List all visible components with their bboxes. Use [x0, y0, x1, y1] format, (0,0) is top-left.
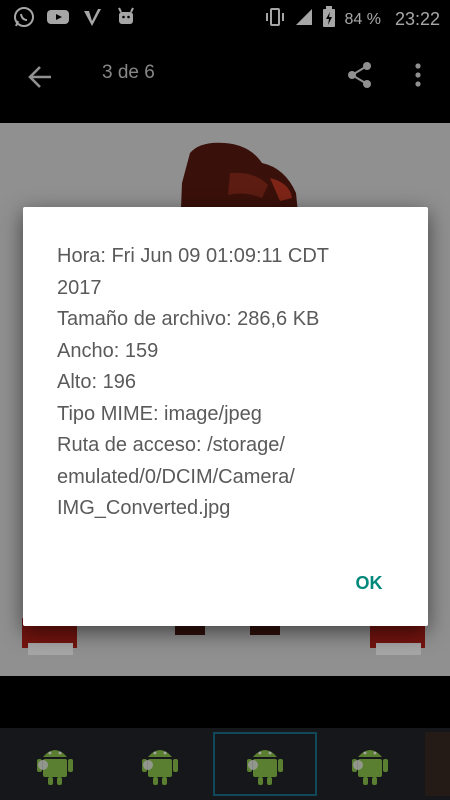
ok-button[interactable]: OK [339, 567, 399, 599]
details-text: Hora: Fri Jun 09 01:09:11 CDT 2017 Tamañ… [57, 241, 397, 525]
detail-line-mime-type: Tipo MIME: image/jpeg [57, 402, 262, 425]
detail-line-width: Ancho: 159 [57, 339, 159, 362]
detail-line-time: Hora: Fri Jun 09 01:09:11 CDT [57, 245, 329, 267]
detail-line-time-cont: 2017 [57, 276, 102, 299]
detail-line-file-size: Tamaño de archivo: 286,6 KB [57, 308, 320, 330]
details-dialog: Hora: Fri Jun 09 01:09:11 CDT 2017 Tamañ… [23, 207, 428, 626]
detail-line-path-cont: emulated/0/DCIM/Camera/ [57, 465, 295, 488]
detail-line-path: Ruta de acceso: /storage/ [57, 434, 285, 456]
detail-line-height: Alto: 196 [57, 371, 136, 393]
detail-line-path-filename: IMG_Converted.jpg [57, 497, 231, 519]
